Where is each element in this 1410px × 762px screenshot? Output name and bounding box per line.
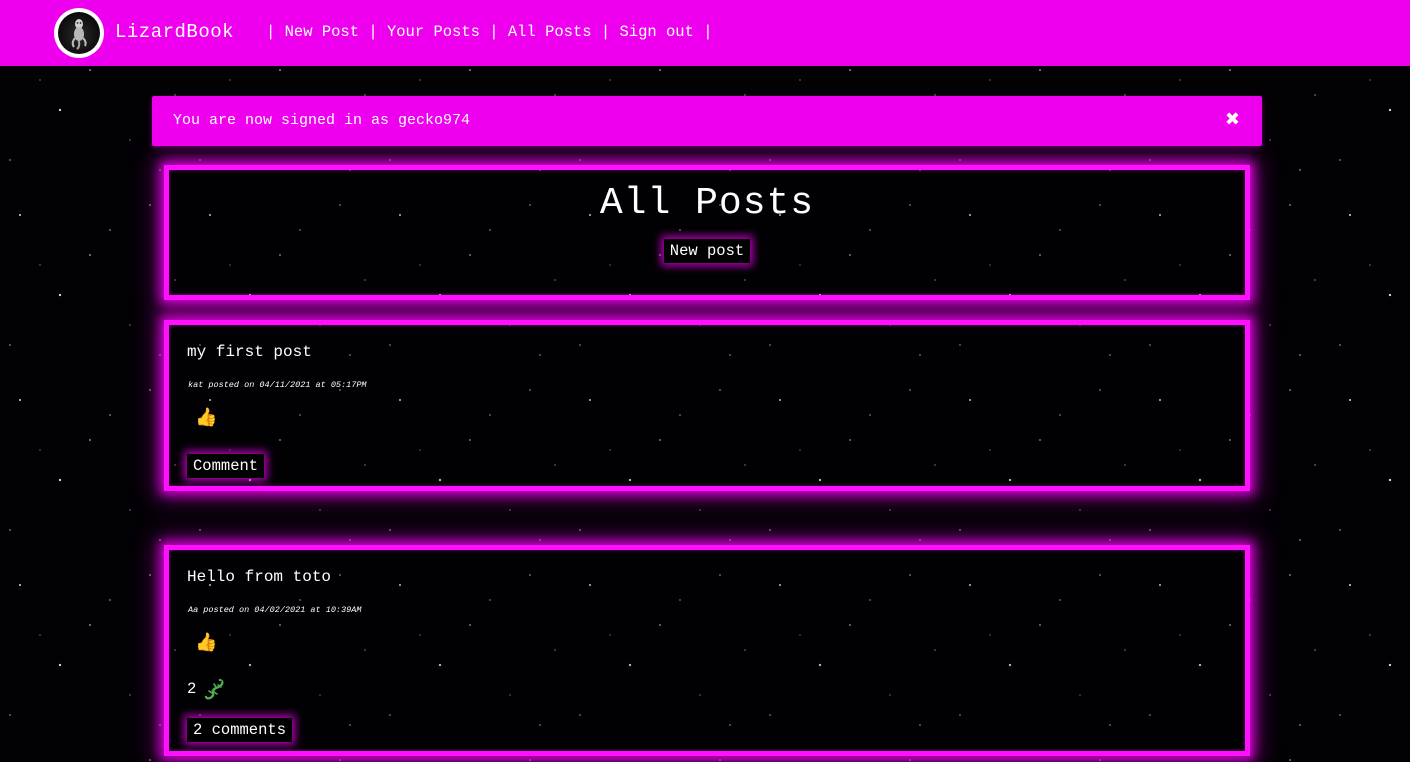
post-meta: Aa posted on 04/02/2021 at 10:39AM bbox=[188, 605, 362, 615]
lizard-logo-icon bbox=[58, 12, 100, 54]
nav-links: | New Post | Your Posts | All Posts | Si… bbox=[266, 23, 713, 41]
post-card: my first post kat posted on 04/11/2021 a… bbox=[164, 320, 1250, 491]
top-navbar: LizardBook | New Post | Your Posts | All… bbox=[0, 0, 1410, 66]
nav-link-sign-out[interactable]: Sign out bbox=[619, 23, 693, 41]
flash-message-text: You are now signed in as gecko974 bbox=[173, 112, 471, 129]
lizard-icon[interactable] bbox=[204, 678, 226, 700]
lizard-reaction-count: 2 bbox=[187, 678, 226, 700]
nav-separator: | bbox=[266, 23, 285, 41]
page-title: All Posts bbox=[599, 182, 815, 225]
thumbs-up-icon[interactable]: 👍 bbox=[195, 632, 217, 653]
brand-name[interactable]: LizardBook bbox=[115, 21, 234, 43]
comment-button[interactable]: Comment bbox=[187, 454, 265, 478]
new-post-button[interactable]: New post bbox=[663, 239, 751, 263]
site-logo[interactable] bbox=[54, 8, 104, 58]
post-meta: kat posted on 04/11/2021 at 05:17PM bbox=[188, 380, 367, 390]
thumbs-up-icon[interactable]: 👍 bbox=[195, 407, 217, 428]
nav-separator: | bbox=[591, 23, 620, 41]
lizard-count-value: 2 bbox=[187, 680, 197, 698]
nav-separator: | bbox=[359, 23, 387, 41]
all-posts-header-panel: All Posts New post bbox=[164, 165, 1250, 300]
nav-link-new-post[interactable]: New Post bbox=[285, 23, 359, 41]
nav-separator: | bbox=[479, 23, 508, 41]
flash-message: You are now signed in as gecko974 ✖ bbox=[152, 96, 1262, 146]
new-post-button-wrap: New post bbox=[169, 239, 1245, 263]
nav-separator: | bbox=[693, 23, 713, 41]
close-icon[interactable]: ✖ bbox=[1225, 109, 1240, 130]
nav-link-all-posts[interactable]: All Posts bbox=[508, 23, 592, 41]
comments-button[interactable]: 2 comments bbox=[187, 718, 293, 742]
nav-link-your-posts[interactable]: Your Posts bbox=[387, 23, 480, 41]
post-title[interactable]: Hello from toto bbox=[187, 568, 331, 586]
post-title[interactable]: my first post bbox=[187, 343, 312, 361]
post-card: Hello from toto Aa posted on 04/02/2021 … bbox=[164, 545, 1250, 756]
